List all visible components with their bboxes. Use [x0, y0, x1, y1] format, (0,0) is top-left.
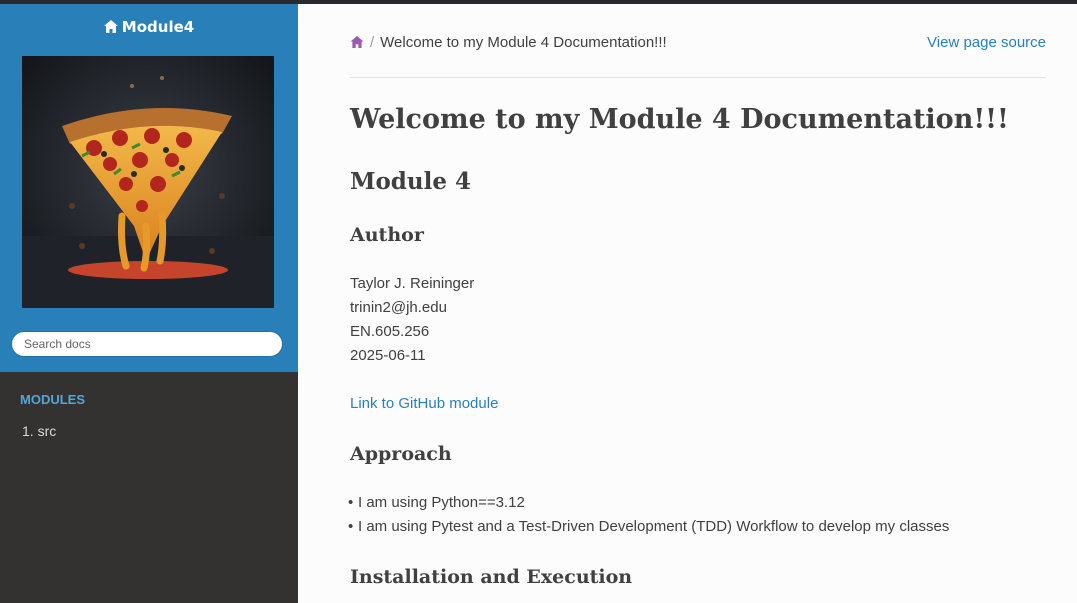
github-module-link[interactable]: Link to GitHub module: [350, 392, 498, 416]
sidebar-header: Module4: [0, 4, 298, 372]
breadcrumb-separator: /: [370, 34, 375, 51]
page-title: Welcome to my Module 4 Documentation!!!: [350, 104, 1009, 135]
course-number: EN.605.256: [350, 323, 430, 340]
list-item: I am using Python==3.12: [348, 494, 525, 511]
date-text: 2025-06-11: [350, 347, 426, 364]
breadcrumb-current: Welcome to my Module 4 Documentation!!!: [380, 34, 667, 51]
home-icon: [103, 19, 118, 37]
breadcrumb: / Welcome to my Module 4 Documentation!!!: [350, 34, 667, 52]
approach-heading: Approach: [350, 443, 452, 465]
pizza-logo-image[interactable]: [22, 56, 274, 308]
sidebar-caption-modules: MODULES: [20, 392, 85, 407]
module-heading: Module 4: [350, 168, 471, 195]
sidebar: Module4 Search docs MODULES 1. src: [0, 4, 298, 603]
installation-heading: Installation and Execution: [350, 566, 633, 588]
list-item: I am using Pytest and a Test-Driven Deve…: [348, 518, 949, 535]
author-name: Taylor J. Reininger: [350, 275, 475, 292]
main-content: / Welcome to my Module 4 Documentation!!!…: [298, 4, 1077, 603]
search-docs-input[interactable]: [11, 331, 283, 357]
author-email: trinin2@jh.edu: [350, 299, 447, 316]
view-page-source-link[interactable]: View page source: [927, 34, 1046, 51]
brand-name: Module4: [121, 18, 195, 36]
author-heading: Author: [350, 224, 424, 246]
home-icon[interactable]: [350, 35, 364, 52]
sidebar-item-src[interactable]: 1. src: [22, 423, 56, 439]
brand-link[interactable]: Module4: [0, 18, 298, 37]
divider: [350, 77, 1046, 78]
